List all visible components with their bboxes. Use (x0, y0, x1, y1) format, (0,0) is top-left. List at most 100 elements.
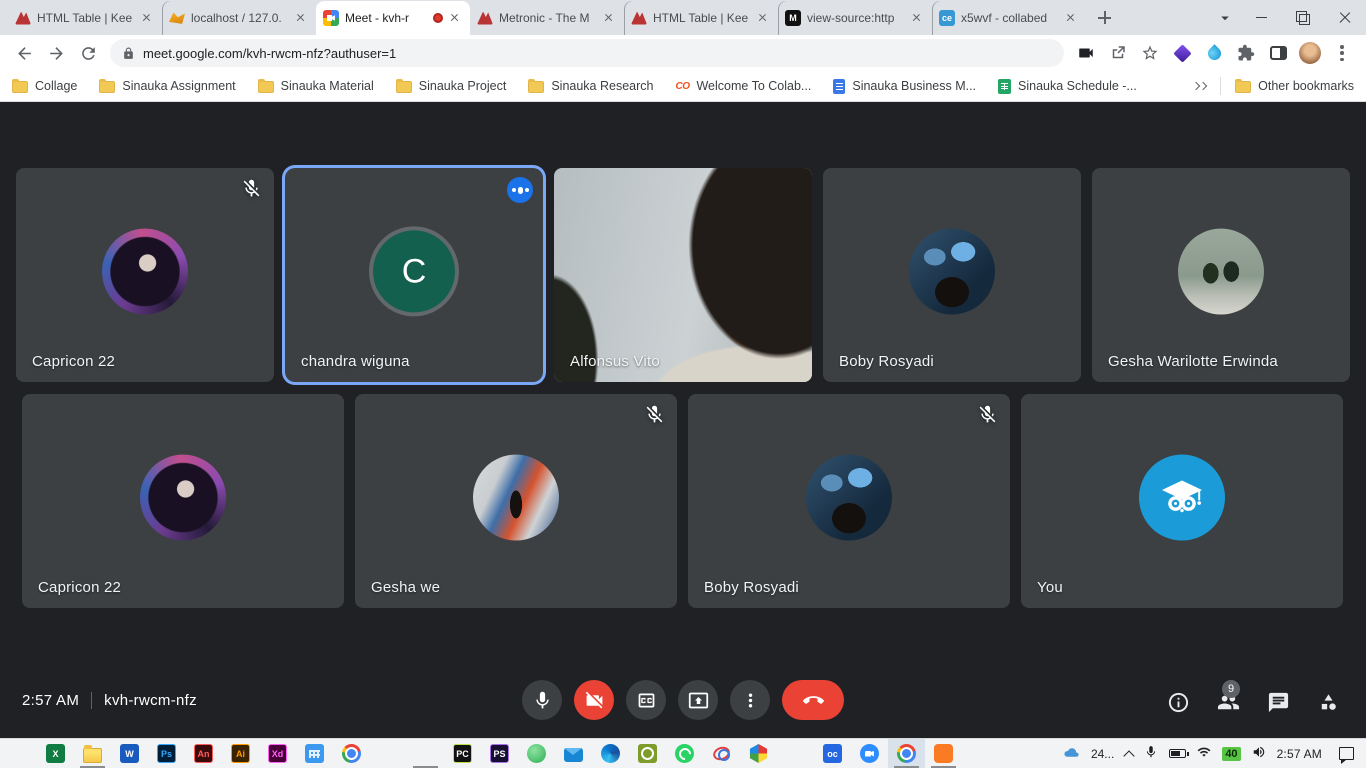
tab[interactable]: localhost / 127.0. (162, 1, 316, 35)
tab[interactable]: ce x5wvf - collabed (932, 1, 1086, 35)
participant-tile[interactable]: Gesha we (355, 394, 677, 608)
mic-button[interactable] (522, 680, 562, 720)
bookmark-star-icon[interactable] (1136, 39, 1164, 67)
bookmark-item[interactable]: Sinauka Assignment (99, 79, 235, 93)
tab-close-icon[interactable] (1063, 10, 1079, 26)
calendar-icon[interactable] (296, 739, 333, 768)
volume-icon[interactable] (1252, 745, 1266, 762)
camgreen-icon[interactable] (629, 739, 666, 768)
meeting-details-button[interactable] (1167, 691, 1190, 714)
side-panel-icon[interactable] (1264, 39, 1292, 67)
battery-percent-badge[interactable]: 40 (1222, 747, 1240, 761)
participant-tile[interactable]: C chandra wiguna (285, 168, 543, 382)
extensions-puzzle-icon[interactable] (1232, 39, 1260, 67)
captions-button[interactable] (626, 680, 666, 720)
tray-expand-icon[interactable] (1124, 750, 1135, 761)
taskbar-clock[interactable]: 2:57 AM (1277, 747, 1322, 761)
pycharm-icon[interactable]: PC (444, 739, 481, 768)
excel-icon[interactable]: X (37, 739, 74, 768)
swirl-icon[interactable] (703, 739, 740, 768)
tab-close-icon[interactable] (909, 10, 925, 26)
xampp-icon[interactable] (925, 739, 962, 768)
tab-search-icon[interactable] (1210, 9, 1240, 27)
photoshop-icon[interactable]: Ps (148, 739, 185, 768)
tab[interactable]: Meet - kvh-r (316, 1, 470, 35)
tray-mic-icon[interactable] (1144, 745, 1158, 762)
tab[interactable]: Metronic - The M (470, 1, 624, 35)
new-tab-button[interactable] (1092, 5, 1118, 31)
tab[interactable]: M view-source:http (778, 1, 932, 35)
illustrator-icon[interactable]: Ai (222, 739, 259, 768)
bookmark-item[interactable]: Sinauka Material (258, 79, 374, 93)
oc-icon[interactable]: oc (814, 739, 851, 768)
lock-icon (122, 47, 135, 60)
participants-button[interactable]: 9 (1217, 691, 1240, 714)
participant-tile[interactable]: Capricon 22 (16, 168, 274, 382)
share-icon[interactable] (1104, 39, 1132, 67)
activities-button[interactable] (1317, 691, 1340, 714)
extension-drop-icon[interactable] (1200, 39, 1228, 67)
bookmarks-overflow-icon[interactable] (1192, 83, 1206, 89)
vscode-icon[interactable] (407, 739, 444, 768)
tab-close-icon[interactable] (601, 10, 617, 26)
flower-icon[interactable] (777, 739, 814, 768)
participant-tile[interactable]: Gesha Warilotte Erwinda (1092, 168, 1350, 382)
profile-avatar[interactable] (1296, 39, 1324, 67)
start-icon[interactable] (0, 739, 37, 768)
zoom-icon[interactable] (851, 739, 888, 768)
animate-icon[interactable]: An (185, 739, 222, 768)
tray-overflow-text[interactable]: 24... (1091, 747, 1114, 761)
cloud-sync-icon[interactable] (1063, 744, 1080, 764)
phpmyadmin-icon (169, 11, 185, 25)
reload-button[interactable] (74, 39, 102, 67)
participant-tile[interactable]: Boby Rosyadi (823, 168, 1081, 382)
camera-in-use-icon[interactable] (1072, 39, 1100, 67)
tab[interactable]: HTML Table | Kee (8, 1, 162, 35)
participant-tile[interactable]: Alfonsus Vito (554, 168, 812, 382)
url-text[interactable]: meet.google.com/kvh-rwcm-nfz?authuser=1 (143, 46, 396, 61)
end-call-button[interactable] (782, 680, 844, 720)
wifi-icon[interactable] (1197, 745, 1211, 762)
bookmark-item[interactable]: Sinauka Business M... (833, 79, 976, 94)
more-options-button[interactable] (730, 680, 770, 720)
chrome-icon[interactable] (888, 739, 925, 768)
action-center-icon[interactable] (1339, 747, 1354, 760)
other-bookmarks[interactable]: Other bookmarks (1235, 79, 1354, 93)
bluecheck-icon[interactable] (370, 739, 407, 768)
word-icon[interactable]: W (111, 739, 148, 768)
bookmark-item[interactable]: Sinauka Schedule -... (998, 79, 1137, 94)
window-restore-button[interactable] (1282, 0, 1324, 35)
participant-tile[interactable]: Capricon 22 (22, 394, 344, 608)
bookmark-item[interactable]: CO Welcome To Colab... (675, 79, 811, 93)
greenapp-icon[interactable] (518, 739, 555, 768)
forward-button[interactable] (42, 39, 70, 67)
address-bar[interactable]: meet.google.com/kvh-rwcm-nfz?authuser=1 (110, 39, 1064, 67)
hexagon-icon[interactable] (740, 739, 777, 768)
bookmark-item[interactable]: Sinauka Research (528, 79, 653, 93)
back-button[interactable] (10, 39, 38, 67)
participant-tile[interactable]: Boby Rosyadi (688, 394, 1010, 608)
bookmark-item[interactable]: Sinauka Project (396, 79, 507, 93)
xd-icon[interactable]: Xd (259, 739, 296, 768)
explorer-icon[interactable] (74, 739, 111, 768)
window-close-button[interactable] (1324, 0, 1366, 35)
battery-icon[interactable] (1169, 749, 1186, 758)
chat-button[interactable] (1267, 691, 1290, 714)
tab-close-icon[interactable] (293, 10, 309, 26)
mail-icon[interactable] (555, 739, 592, 768)
edge-icon[interactable] (592, 739, 629, 768)
tab[interactable]: HTML Table | Kee (624, 1, 778, 35)
chrome-icon[interactable] (333, 739, 370, 768)
tab-close-icon[interactable] (447, 10, 463, 26)
phpstorm-icon[interactable]: PS (481, 739, 518, 768)
extension-diamond-icon[interactable] (1168, 39, 1196, 67)
bookmark-item[interactable]: Collage (12, 79, 77, 93)
chrome-menu-icon[interactable] (1328, 39, 1356, 67)
camera-off-button[interactable] (574, 680, 614, 720)
present-button[interactable] (678, 680, 718, 720)
window-minimize-button[interactable] (1240, 0, 1282, 35)
whatsapp-icon[interactable] (666, 739, 703, 768)
participant-tile[interactable]: You (1021, 394, 1343, 608)
tab-close-icon[interactable] (139, 10, 155, 26)
tab-close-icon[interactable] (755, 10, 771, 26)
